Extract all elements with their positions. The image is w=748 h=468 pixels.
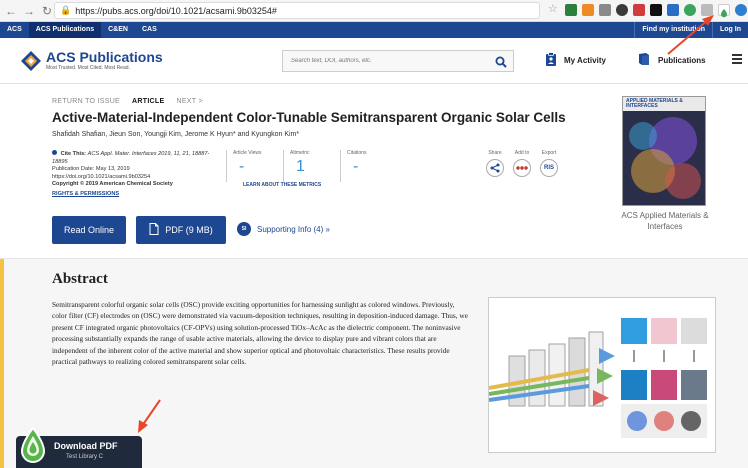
- annotation-arrows: [138, 15, 714, 433]
- arrow-to-extension: [667, 15, 714, 55]
- arrow-to-download-pdf: [138, 399, 161, 433]
- page: ← → ↻ 🔒 https://pubs.acs.org/doi/10.1021…: [0, 0, 748, 468]
